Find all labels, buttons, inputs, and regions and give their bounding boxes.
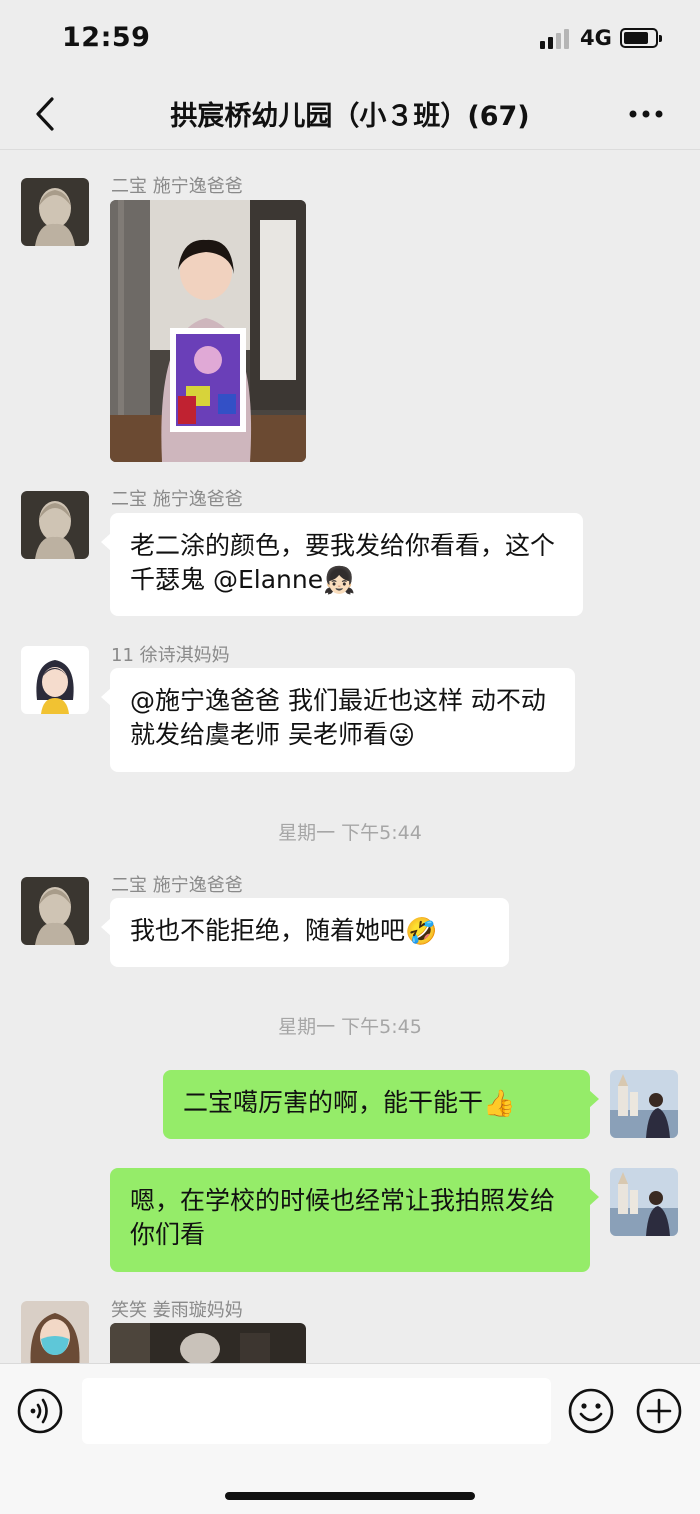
sender-name: 二宝 施宁逸爸爸 (111, 875, 243, 896)
more-dots-icon (629, 110, 663, 118)
message-bubble-self[interactable]: 二宝噶厉害的啊，能干能干👍 (163, 1070, 599, 1139)
avatar-statue[interactable] (21, 877, 89, 945)
image-message[interactable] (110, 200, 306, 462)
message-text: 嗯，在学校的时候也经常让我拍照发给你们看 (130, 1186, 556, 1249)
rofl-emoji-icon: 🤣 (405, 917, 438, 947)
avatar-statue[interactable] (21, 178, 89, 246)
status-time: 12:59 (62, 22, 151, 53)
network-type: 4G (580, 26, 612, 50)
input-bar (0, 1363, 700, 1514)
signal-icon (540, 29, 572, 49)
message-text: 我也不能拒绝，随着她吧 (130, 916, 406, 945)
message-bubble[interactable]: 老二涂的颜色，要我发给你看看，这个千瑟鬼 @Elanne👧🏻 (101, 513, 583, 616)
avatar-statue[interactable] (21, 491, 89, 559)
timestamp: 星期一 下午5:45 (278, 1016, 422, 1038)
sender-name: 二宝 施宁逸爸爸 (111, 176, 243, 197)
smiley-icon (568, 1388, 614, 1434)
wink-emoji-icon: 😜 (387, 721, 416, 751)
chat-title: 拱宸桥幼儿园（小３班）(67) (170, 101, 530, 132)
sender-name: 笑笑 姜雨璇妈妈 (111, 1300, 243, 1321)
timestamp: 星期一 下午5:44 (278, 822, 422, 844)
message-bubble-self[interactable]: 嗯，在学校的时候也经常让我拍照发给你们看 (110, 1168, 599, 1272)
back-button[interactable] (28, 92, 68, 136)
message-list[interactable]: 二宝 施宁逸爸爸 二宝 施宁逸爸爸 老二涂的颜色，要我发给你看看，这个千瑟鬼 @… (0, 151, 700, 1363)
message-bubble[interactable]: @施宁逸爸爸 我们最近也这样 动不动就发给虞老师 吴老师看😜 (101, 668, 575, 772)
thumbs-up-emoji-icon: 👍 (483, 1089, 516, 1119)
sender-name: 11 徐诗淇妈妈 (111, 645, 230, 666)
more-button[interactable] (626, 98, 666, 130)
sender-name: 二宝 施宁逸爸爸 (111, 489, 243, 510)
message-bubble[interactable]: 我也不能拒绝，随着她吧🤣 (101, 898, 509, 967)
chat-header: 拱宸桥幼儿园（小３班）(67) (0, 78, 700, 150)
voice-icon (17, 1388, 63, 1434)
message-input[interactable] (82, 1378, 551, 1444)
voice-button[interactable] (17, 1388, 63, 1434)
image-message[interactable] (110, 1323, 306, 1363)
avatar-cartoon[interactable] (21, 646, 89, 714)
plus-icon (636, 1388, 682, 1434)
chevron-left-icon (36, 97, 54, 131)
emoji-button[interactable] (568, 1388, 614, 1434)
home-indicator[interactable] (225, 1492, 475, 1500)
avatar-masked[interactable] (21, 1301, 89, 1363)
battery-icon (620, 28, 662, 48)
status-bar: 12:59 4G (0, 0, 700, 78)
message-text: 二宝噶厉害的啊，能干能干 (183, 1088, 484, 1117)
plus-button[interactable] (636, 1388, 682, 1434)
avatar-self[interactable] (610, 1070, 678, 1138)
avatar-self[interactable] (610, 1168, 678, 1236)
girl-emoji-icon: 👧🏻 (323, 566, 356, 596)
message-text: @施宁逸爸爸 我们最近也这样 动不动就发给虞老师 吴老师看 (130, 686, 546, 749)
